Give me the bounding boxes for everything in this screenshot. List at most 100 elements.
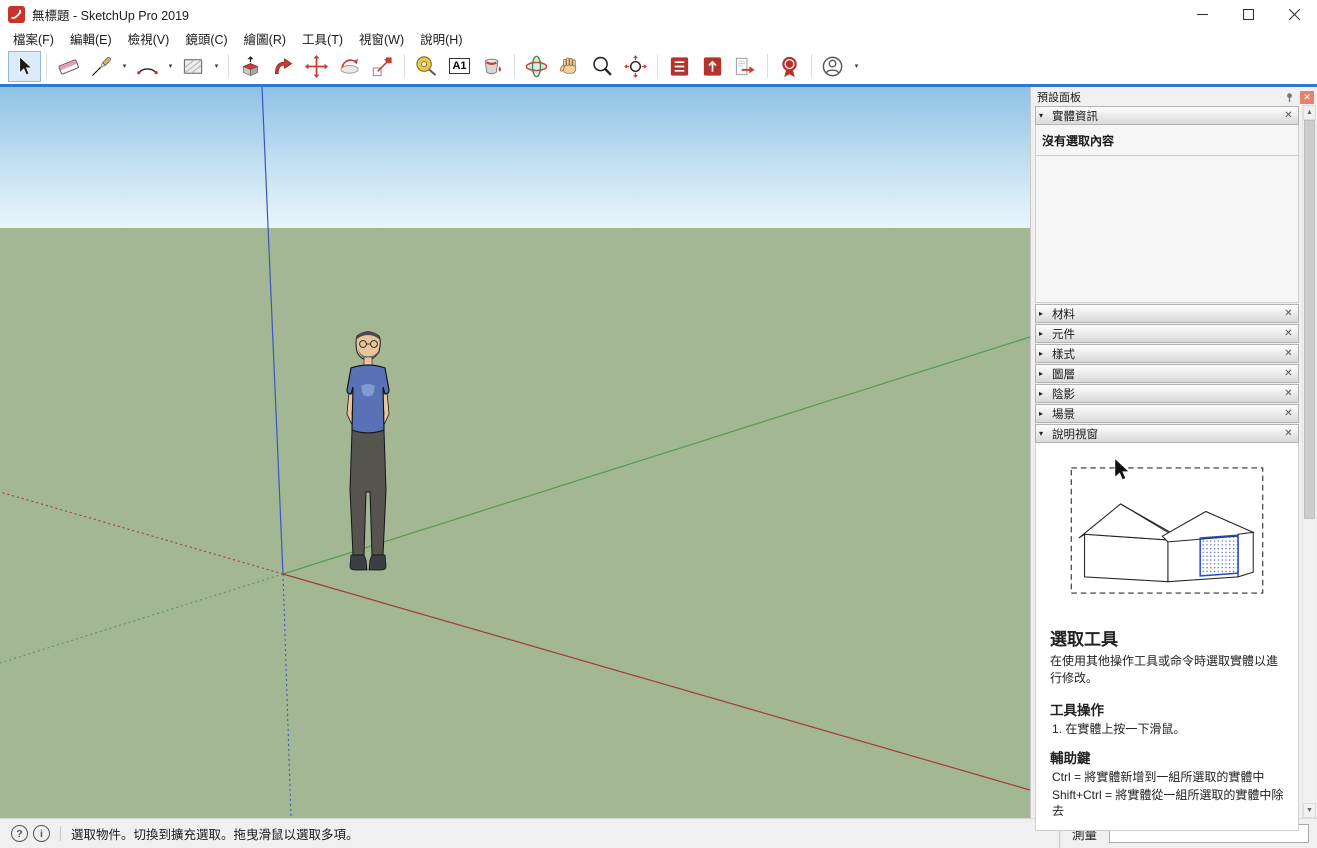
status-hint-text: 選取物件。切換到擴充選取。拖曳滑鼠以選取多項。 — [71, 824, 1059, 843]
panel-header-materials[interactable]: ▸ 材料 ✕ — [1035, 304, 1299, 323]
panel-header-shadows[interactable]: ▸ 陰影 ✕ — [1035, 384, 1299, 403]
scrollbar-thumb[interactable] — [1304, 120, 1315, 519]
maximize-icon — [1243, 9, 1254, 20]
panel-label: 材料 — [1052, 306, 1075, 322]
get-models-button[interactable] — [663, 51, 696, 82]
extension-warehouse-button[interactable] — [773, 51, 806, 82]
statusbar-separator — [60, 826, 61, 841]
maximize-button[interactable] — [1225, 0, 1271, 28]
select-tool-icon — [12, 54, 37, 79]
panel-header-styles[interactable]: ▸ 樣式 ✕ — [1035, 344, 1299, 363]
panel-header-instructor[interactable]: ▾ 說明視窗 ✕ — [1035, 424, 1299, 443]
account-dropdown[interactable]: ▾ — [850, 51, 863, 82]
push-pull-tool-icon — [238, 54, 263, 79]
menu-edit[interactable]: 編輯(E) — [62, 27, 120, 50]
panel-close-icon[interactable]: ✕ — [1282, 428, 1295, 439]
tape-measure-tool-button[interactable] — [410, 51, 443, 82]
panel-close-icon[interactable]: ✕ — [1282, 388, 1295, 399]
share-model-button[interactable] — [696, 51, 729, 82]
close-button[interactable] — [1271, 0, 1317, 28]
tray-title: 預設面板 — [1037, 89, 1282, 105]
instructor-intro: 在使用其他操作工具或命令時選取實體以進行修改。 — [1050, 653, 1288, 687]
orbit-tool-button[interactable] — [520, 51, 553, 82]
line-tool-icon — [89, 54, 114, 79]
send-to-layout-button[interactable] — [729, 51, 762, 82]
tray-scrollbar[interactable]: ▲ ▼ — [1302, 105, 1316, 818]
expand-arrow-icon: ▸ — [1039, 309, 1052, 318]
text-tool-button[interactable]: A1 — [443, 51, 476, 82]
panel-header-entity-info[interactable]: ▾ 實體資訊 ✕ — [1035, 106, 1299, 125]
arc-tool-button[interactable] — [131, 51, 164, 82]
panel-close-icon[interactable]: ✕ — [1282, 408, 1295, 419]
scale-figure-person[interactable] — [322, 330, 414, 580]
toolbar-separator — [514, 54, 515, 78]
pin-icon[interactable] — [1282, 90, 1297, 104]
menu-file[interactable]: 檔案(F) — [5, 27, 62, 50]
pan-tool-button[interactable] — [553, 51, 586, 82]
arc-tool-dropdown[interactable]: ▾ — [164, 51, 177, 82]
window-title: 無標題 - SketchUp Pro 2019 — [32, 5, 1179, 24]
rectangle-tool-dropdown[interactable]: ▾ — [210, 51, 223, 82]
panel-label: 說明視窗 — [1052, 426, 1098, 442]
orbit-tool-icon — [524, 54, 549, 79]
rotate-tool-button[interactable] — [333, 51, 366, 82]
follow-me-tool-icon — [271, 54, 296, 79]
panel-label: 樣式 — [1052, 346, 1075, 362]
instructor-text: 選取工具 在使用其他操作工具或命令時選取實體以進行修改。 工具操作 1. 在實體… — [1036, 605, 1298, 825]
geolocation-status-icon[interactable]: ? — [11, 825, 28, 842]
instructor-panel: 選取工具 在使用其他操作工具或命令時選取實體以進行修改。 工具操作 1. 在實體… — [1035, 443, 1299, 831]
eraser-tool-button[interactable] — [52, 51, 85, 82]
instructor-ops-title: 工具操作 — [1050, 699, 1288, 719]
panel-close-icon[interactable]: ✕ — [1282, 308, 1295, 319]
panel-header-scenes[interactable]: ▸ 場景 ✕ — [1035, 404, 1299, 423]
tray-close-button[interactable]: ✕ — [1300, 91, 1314, 104]
close-icon — [1289, 9, 1300, 20]
panel-label: 元件 — [1052, 326, 1075, 342]
scale-tool-icon — [370, 54, 395, 79]
titlebar: 無標題 - SketchUp Pro 2019 — [0, 0, 1317, 28]
collapse-arrow-icon: ▾ — [1039, 429, 1052, 438]
move-tool-icon — [304, 54, 329, 79]
line-tool-dropdown[interactable]: ▾ — [118, 51, 131, 82]
toolbar-separator — [228, 54, 229, 78]
panel-header-layers[interactable]: ▸ 圖層 ✕ — [1035, 364, 1299, 383]
panel-header-components[interactable]: ▸ 元件 ✕ — [1035, 324, 1299, 343]
menu-view[interactable]: 檢視(V) — [120, 27, 178, 50]
select-tool-button[interactable] — [8, 51, 41, 82]
instructor-heading: 選取工具 — [1050, 625, 1288, 650]
viewport-3d[interactable] — [0, 87, 1030, 818]
scroll-up-icon[interactable]: ▲ — [1303, 105, 1316, 120]
minimize-button[interactable] — [1179, 0, 1225, 28]
scroll-down-icon[interactable]: ▼ — [1303, 803, 1316, 818]
zoom-tool-button[interactable] — [586, 51, 619, 82]
panel-close-icon[interactable]: ✕ — [1282, 328, 1295, 339]
info-status-icon[interactable]: i — [33, 825, 50, 842]
drawing-axes — [0, 87, 1030, 818]
account-button[interactable] — [817, 51, 850, 82]
menu-window[interactable]: 視窗(W) — [351, 27, 412, 50]
menu-tools[interactable]: 工具(T) — [294, 27, 351, 50]
instructor-keys-title: 輔助鍵 — [1050, 747, 1288, 767]
pin-glyph-icon — [1284, 92, 1295, 103]
panel-close-icon[interactable]: ✕ — [1282, 368, 1295, 379]
follow-me-tool-button[interactable] — [267, 51, 300, 82]
instructor-key-shift-ctrl: Shift+Ctrl = 將實體從一組所選取的實體中除去 — [1052, 787, 1288, 819]
panel-label: 實體資訊 — [1052, 108, 1098, 124]
rectangle-tool-button[interactable] — [177, 51, 210, 82]
toolbar-separator — [46, 54, 47, 78]
toolbar: ▾ ▾ ▾ — [0, 48, 1317, 84]
push-pull-tool-button[interactable] — [234, 51, 267, 82]
tape-measure-tool-icon — [414, 54, 439, 79]
menu-draw[interactable]: 繪圖(R) — [236, 27, 294, 50]
scale-tool-button[interactable] — [366, 51, 399, 82]
paint-bucket-tool-button[interactable] — [476, 51, 509, 82]
panel-close-icon[interactable]: ✕ — [1282, 110, 1295, 121]
zoom-extents-button[interactable] — [619, 51, 652, 82]
paint-bucket-tool-icon — [480, 54, 505, 79]
line-tool-button[interactable] — [85, 51, 118, 82]
panel-close-icon[interactable]: ✕ — [1282, 348, 1295, 359]
menu-camera[interactable]: 鏡頭(C) — [177, 27, 235, 50]
menu-help[interactable]: 說明(H) — [412, 27, 470, 50]
toolbar-separator — [404, 54, 405, 78]
move-tool-button[interactable] — [300, 51, 333, 82]
